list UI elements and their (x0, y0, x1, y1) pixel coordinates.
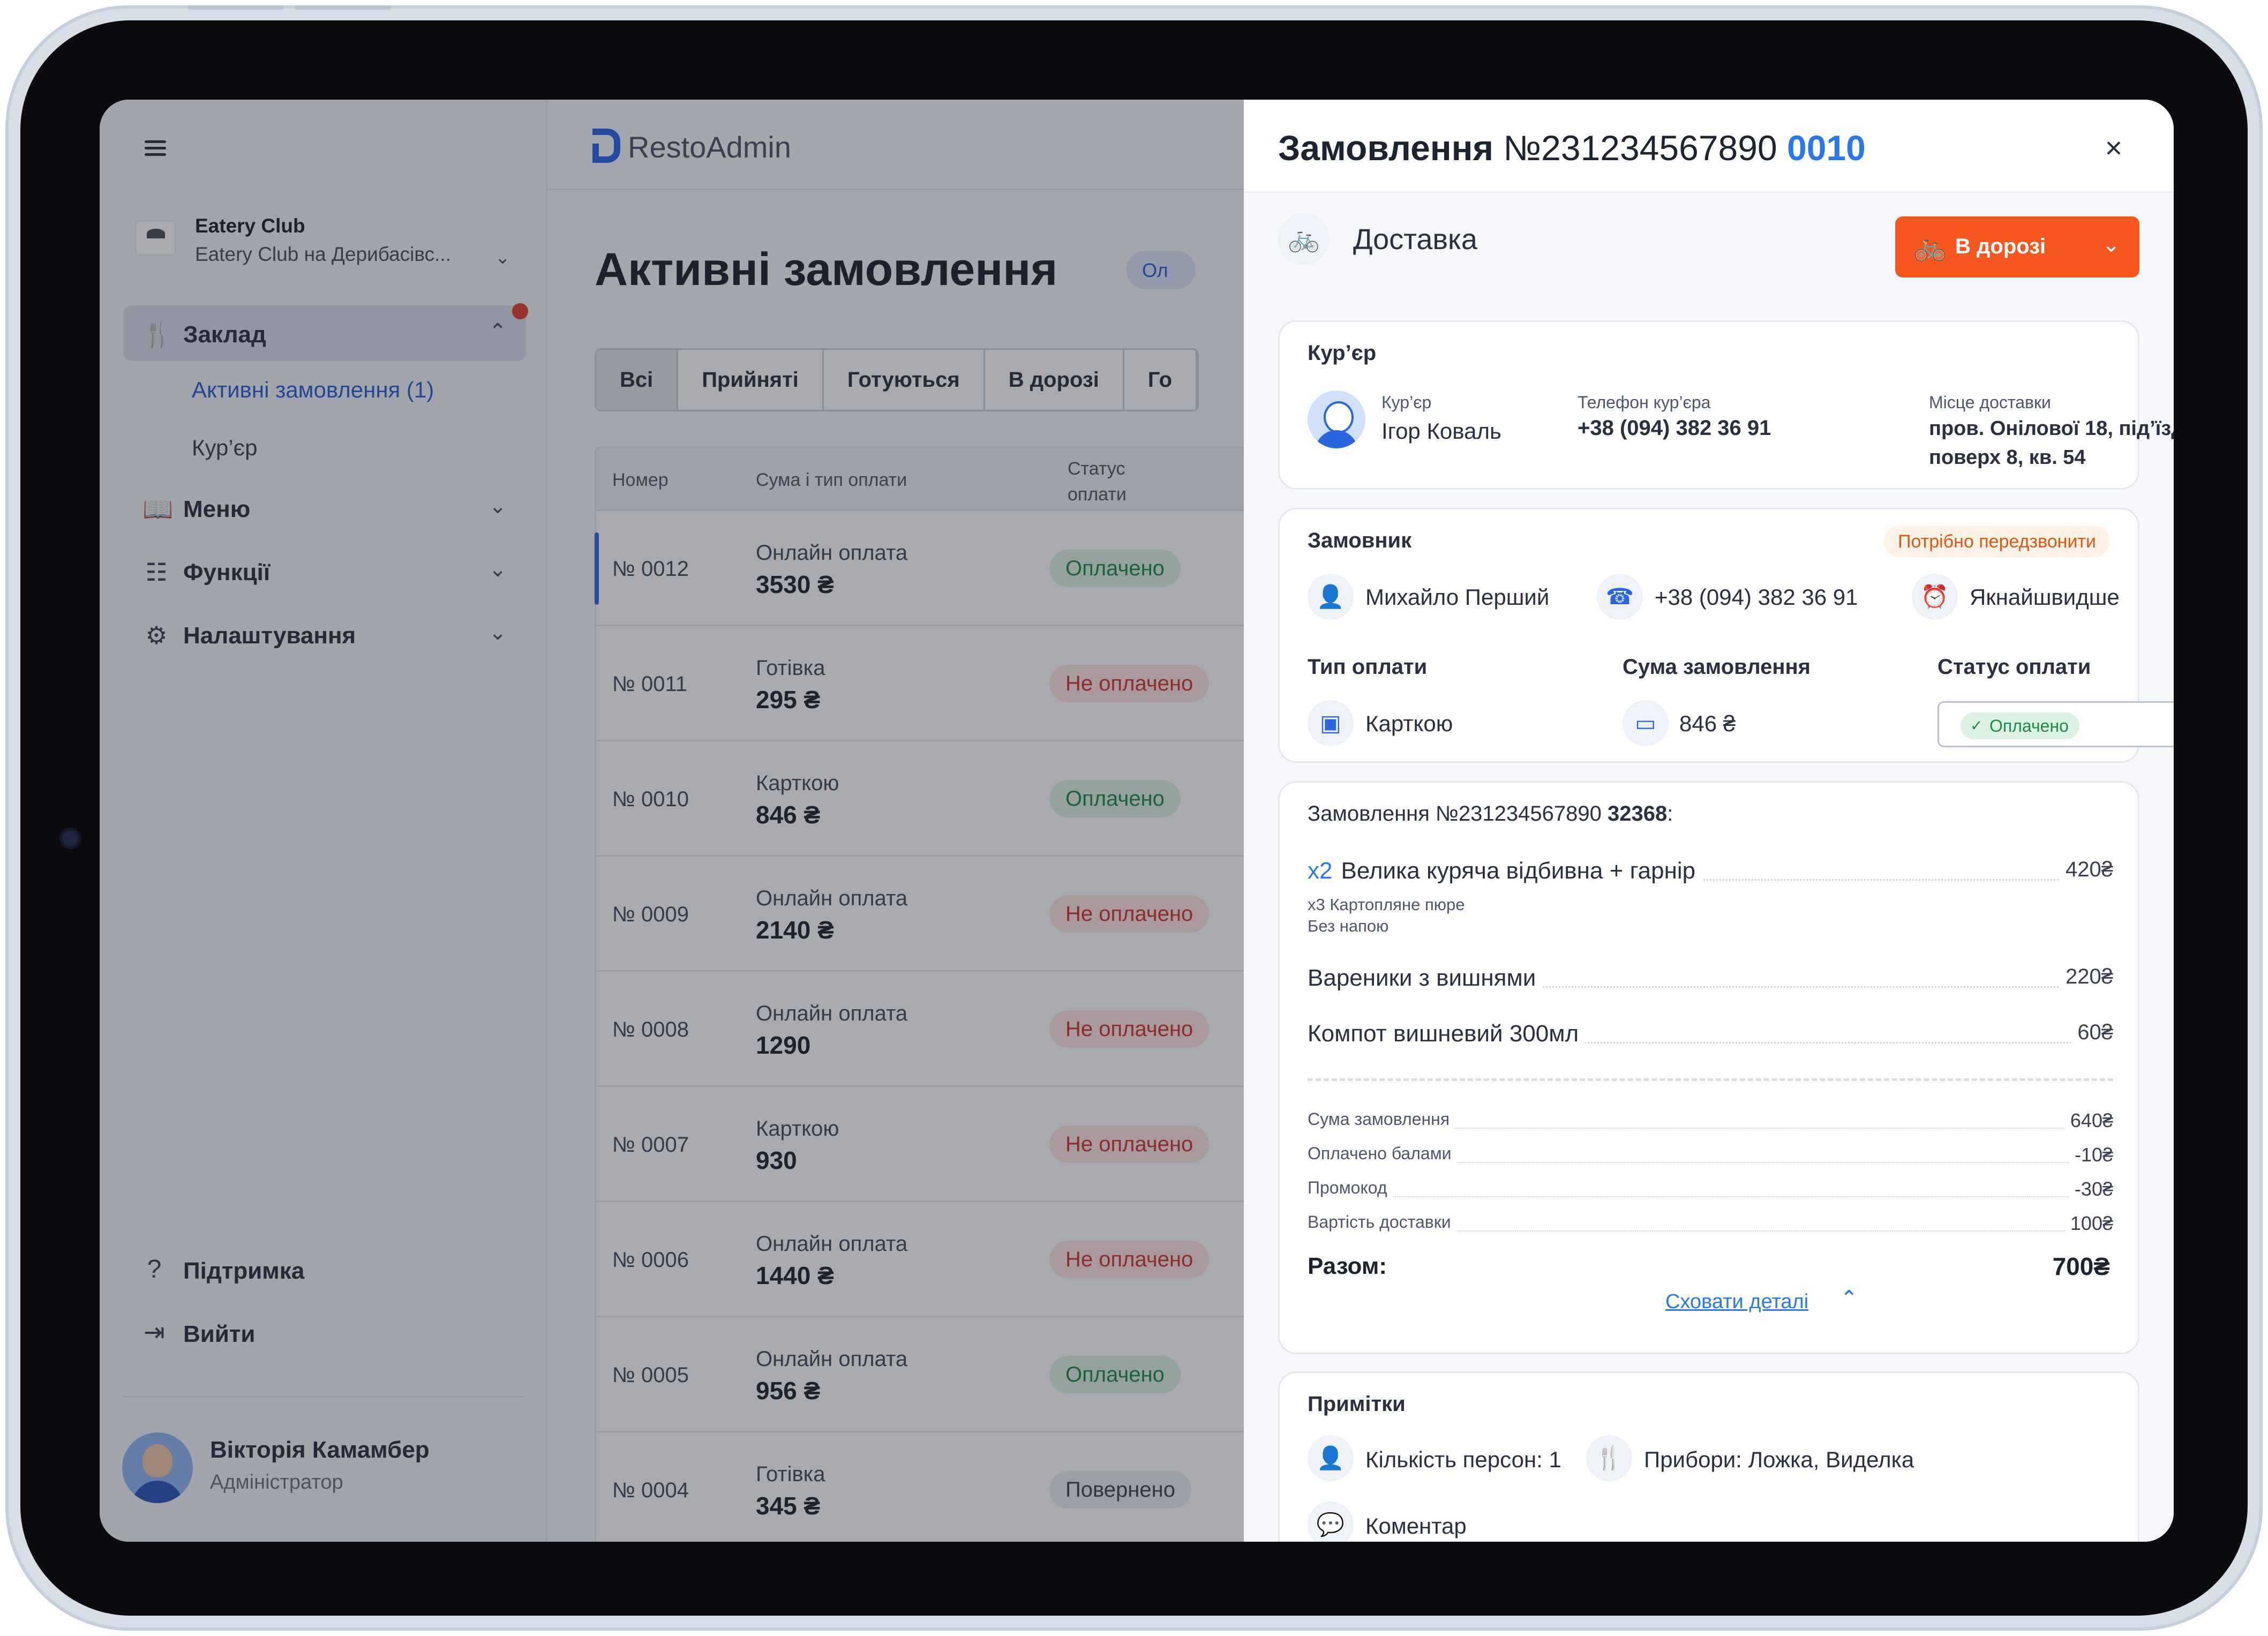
chevron-up-icon[interactable]: ⌃ (1840, 1286, 1858, 1311)
bicycle-icon: 🚲 (1278, 213, 1330, 265)
courier-name: Ігор Коваль (1381, 418, 1501, 444)
camera-lens (62, 830, 78, 846)
courier-card-title: Кур’єр (1308, 341, 1377, 365)
total-label: Разом: (1308, 1253, 1387, 1279)
close-icon[interactable]: × (2099, 133, 2129, 164)
drawer-title-prefix: Замовлення (1278, 128, 1494, 168)
order-line-item: x2 Велика куряча відбивна + гарнір 420₴ (1308, 858, 2113, 890)
summary-label: Оплачено балами (1308, 1144, 1457, 1164)
item-price: 60₴ (2071, 1020, 2113, 1045)
chevron-down-icon: ⌄ (2102, 233, 2120, 257)
drawer-body: 🚲 Доставка 🚲 В дорозі ⌄ Кур’єр Кур’єр Іг… (1244, 193, 2174, 1542)
item-price: 220₴ (2059, 965, 2113, 989)
customer-phone[interactable]: +38 (094) 382 36 91 (1655, 584, 1858, 610)
divider (1308, 1078, 2113, 1081)
item-name: Компот вишневий 300мл (1308, 1020, 1586, 1047)
delivery-type: Доставка (1353, 223, 1477, 256)
alarm-clock-icon: ⏰ (1912, 574, 1958, 620)
user-icon: 👤 (1308, 574, 1354, 620)
courier-name-label: Кур’єр (1381, 393, 1432, 412)
summary-label: Вартість доставки (1308, 1212, 1456, 1232)
payment-status-label: Статус оплати (1937, 655, 2091, 679)
payment-status-value: Оплачено (1961, 712, 2079, 739)
notes-card: Примітки 👤 Кількість персон: 1 🍴 Прибори… (1278, 1371, 2139, 1542)
notes-card-title: Примітки (1308, 1392, 1406, 1416)
leader-dots (1308, 1196, 2113, 1197)
summary-row: Промокод -30₴ (1308, 1178, 2113, 1204)
courier-phone[interactable]: +38 (094) 382 36 91 (1578, 416, 1771, 440)
drawer-title-number: №231234567890 (1503, 128, 1777, 168)
order-drawer: Замовлення №231234567890 0010 × 🚲 Достав… (1244, 100, 2174, 1542)
delivery-place-label: Місце доставки (1929, 393, 2051, 412)
summary-value: -10₴ (2069, 1144, 2113, 1166)
order-line-item: Компот вишневий 300мл 60₴ (1308, 1020, 2113, 1053)
comment-icon: 💬 (1308, 1502, 1354, 1542)
tablet-button (295, 5, 391, 10)
cutlery-label: Прибори: Ложка, Виделка (1644, 1447, 1914, 1472)
courier-card: Кур’єр Кур’єр Ігор Коваль Телефон кур’єр… (1278, 320, 2174, 490)
order-details-title-prefix: Замовлення №231234567890 (1308, 802, 1602, 825)
summary-value: -30₴ (2069, 1178, 2113, 1200)
order-code: 32368 (1608, 802, 1668, 825)
item-modifier: Без напою (1308, 917, 1389, 935)
comment-label: Коментар (1365, 1513, 1467, 1539)
item-quantity: x2 (1308, 858, 1333, 884)
payment-status-select[interactable]: Оплачено ⌄ (1937, 701, 2174, 747)
app-screen: Eatery Club Eatery Club на Дерибасівс...… (100, 100, 2174, 1542)
summary-row: Сума замовлення 640₴ (1308, 1109, 2113, 1135)
tablet-button (187, 5, 284, 10)
order-status-button[interactable]: 🚲 В дорозі ⌄ (1895, 216, 2139, 277)
item-name: Вареники з вишнями (1308, 965, 1543, 992)
order-status-label: В дорозі (1955, 235, 2046, 258)
drawer-header: Замовлення №231234567890 0010 × (1244, 100, 2174, 193)
summary-row: Вартість доставки 100₴ (1308, 1212, 2113, 1238)
item-title: Велика куряча відбивна + гарнір (1341, 858, 1696, 884)
delivery-place: пров. Онілової 18, під’їзд 4, поверх 8, … (1929, 417, 2174, 469)
callback-badge: Потрібно передзвонити (1884, 526, 2110, 558)
order-line-item: Вареники з вишнями 220₴ (1308, 965, 2113, 997)
customer-name: Михайло Перший (1365, 584, 1550, 610)
order-details-title-suffix: : (1667, 802, 1673, 825)
wallet-icon: ▣ (1308, 700, 1354, 746)
cutlery-icon: 🍴 (1586, 1435, 1632, 1481)
courier-avatar (1308, 391, 1365, 448)
summary-value: 100₴ (2064, 1212, 2113, 1235)
phone-icon: ☎ (1597, 574, 1643, 620)
total-value: 700₴ (2052, 1252, 2110, 1280)
order-sum: 846 ₴ (1679, 711, 1736, 736)
item-name: x2 Велика куряча відбивна + гарнір (1308, 858, 1702, 884)
summary-value: 640₴ (2064, 1109, 2113, 1132)
summary-label: Промокод (1308, 1178, 1393, 1198)
drawer-title: Замовлення №231234567890 0010 (1278, 127, 1866, 168)
persons-label: Кількість персон: 1 (1365, 1447, 1561, 1472)
drawer-title-accent: 0010 (1787, 128, 1866, 168)
payment-type: Карткою (1365, 711, 1453, 736)
customer-card-title: Замовник (1308, 529, 1412, 552)
item-price: 420₴ (2059, 858, 2113, 882)
modal-backdrop[interactable] (100, 100, 1246, 1542)
hide-details-link[interactable]: Сховати деталі (1665, 1290, 1808, 1314)
summary-row: Оплачено балами -10₴ (1308, 1144, 2113, 1169)
item-modifier: x3 Картопляне пюре (1308, 895, 1465, 914)
order-sum-label: Сума замовлення (1623, 655, 1811, 679)
summary-label: Сума замовлення (1308, 1109, 1455, 1129)
user-icon: 👤 (1308, 1435, 1354, 1481)
customer-card: Замовник Потрібно передзвонити 👤 Михайло… (1278, 508, 2174, 763)
order-details-title: Замовлення №231234567890 32368: (1308, 802, 1673, 826)
bicycle-icon: 🚲 (1913, 231, 1947, 261)
cash-icon: ▭ (1623, 700, 1669, 746)
courier-phone-label: Телефон кур’єра (1578, 393, 1711, 412)
payment-type-label: Тип оплати (1308, 655, 1428, 679)
order-details-card: Замовлення №231234567890 32368: x2 Велика… (1278, 781, 2139, 1354)
delivery-time: Якнайшвидше (1970, 584, 2120, 610)
